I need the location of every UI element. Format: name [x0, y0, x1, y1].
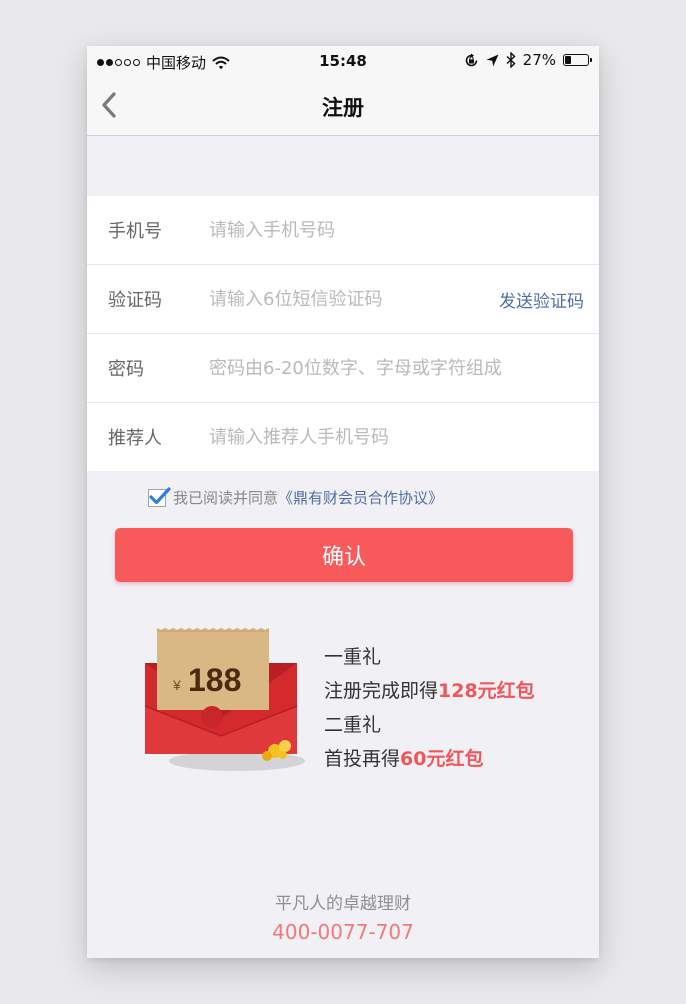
send-code-button[interactable]: 发送验证码	[499, 287, 584, 312]
second-gift-title: 二重礼	[324, 714, 382, 736]
battery-fill	[565, 56, 571, 64]
ticket-currency: ¥	[172, 677, 181, 693]
phone-input[interactable]	[202, 210, 476, 250]
rotation-lock-icon	[465, 53, 477, 66]
ticket-amount: 188	[188, 662, 241, 698]
red-envelope-illustration: ¥ 188	[144, 628, 305, 771]
location-icon	[486, 54, 499, 66]
status-right: 27%	[464, 51, 592, 69]
agreement-prefix: 我已阅读并同意	[173, 489, 279, 507]
phone-screen: 中国移动 15:48 27% 注册 手机号 请输入手机号码 验证码 请输入6位短…	[87, 46, 599, 958]
referrer-row: 推荐人	[87, 403, 599, 471]
checkmark-icon	[149, 486, 171, 504]
agreement-row: 我已阅读并同意《鼎有财会员合作协议》	[148, 486, 443, 508]
agreement-link[interactable]: 《鼎有财会员合作协议》	[278, 489, 443, 507]
battery-icon	[563, 54, 592, 66]
second-gift-prefix: 首投再得	[324, 748, 401, 770]
battery-percent: 27%	[522, 51, 556, 69]
bluetooth-icon	[506, 52, 516, 68]
hotline-number[interactable]: 400-0077-707	[87, 920, 599, 944]
referrer-input[interactable]	[202, 417, 476, 457]
referrer-label: 推荐人	[108, 428, 162, 449]
second-gift-highlight: 60元红包	[400, 748, 484, 770]
password-label: 密码	[108, 359, 144, 380]
code-row: 验证码 发送验证码	[87, 265, 599, 334]
gift-info: 一重礼 注册完成即得128元红包 二重礼 首投再得60元红包	[324, 640, 535, 776]
slogan: 平凡人的卓越理财	[275, 894, 411, 914]
code-label: 验证码	[108, 290, 162, 311]
first-gift-title: 一重礼	[324, 646, 382, 668]
phone-row: 手机号	[87, 196, 599, 265]
password-input[interactable]	[202, 348, 596, 388]
registration-form: 手机号 验证码 发送验证码 密码 推荐人	[87, 196, 599, 471]
password-row: 密码	[87, 334, 599, 403]
second-gift-line: 首投再得60元红包	[324, 742, 535, 776]
navigation-bar: 注册	[87, 76, 599, 136]
verification-code-input[interactable]	[202, 279, 476, 319]
page-title: 注册	[322, 96, 364, 120]
first-gift-highlight: 128元红包	[438, 680, 535, 702]
agreement-checkbox[interactable]	[148, 486, 171, 507]
phone-label: 手机号	[108, 221, 162, 242]
first-gift-line: 注册完成即得128元红包	[324, 674, 535, 708]
status-bar: 中国移动 15:48 27%	[87, 46, 599, 76]
first-gift-prefix: 注册完成即得	[324, 680, 439, 702]
confirm-button[interactable]: 确认	[115, 528, 573, 582]
agreement-text: 我已阅读并同意《鼎有财会员合作协议》	[173, 487, 443, 508]
